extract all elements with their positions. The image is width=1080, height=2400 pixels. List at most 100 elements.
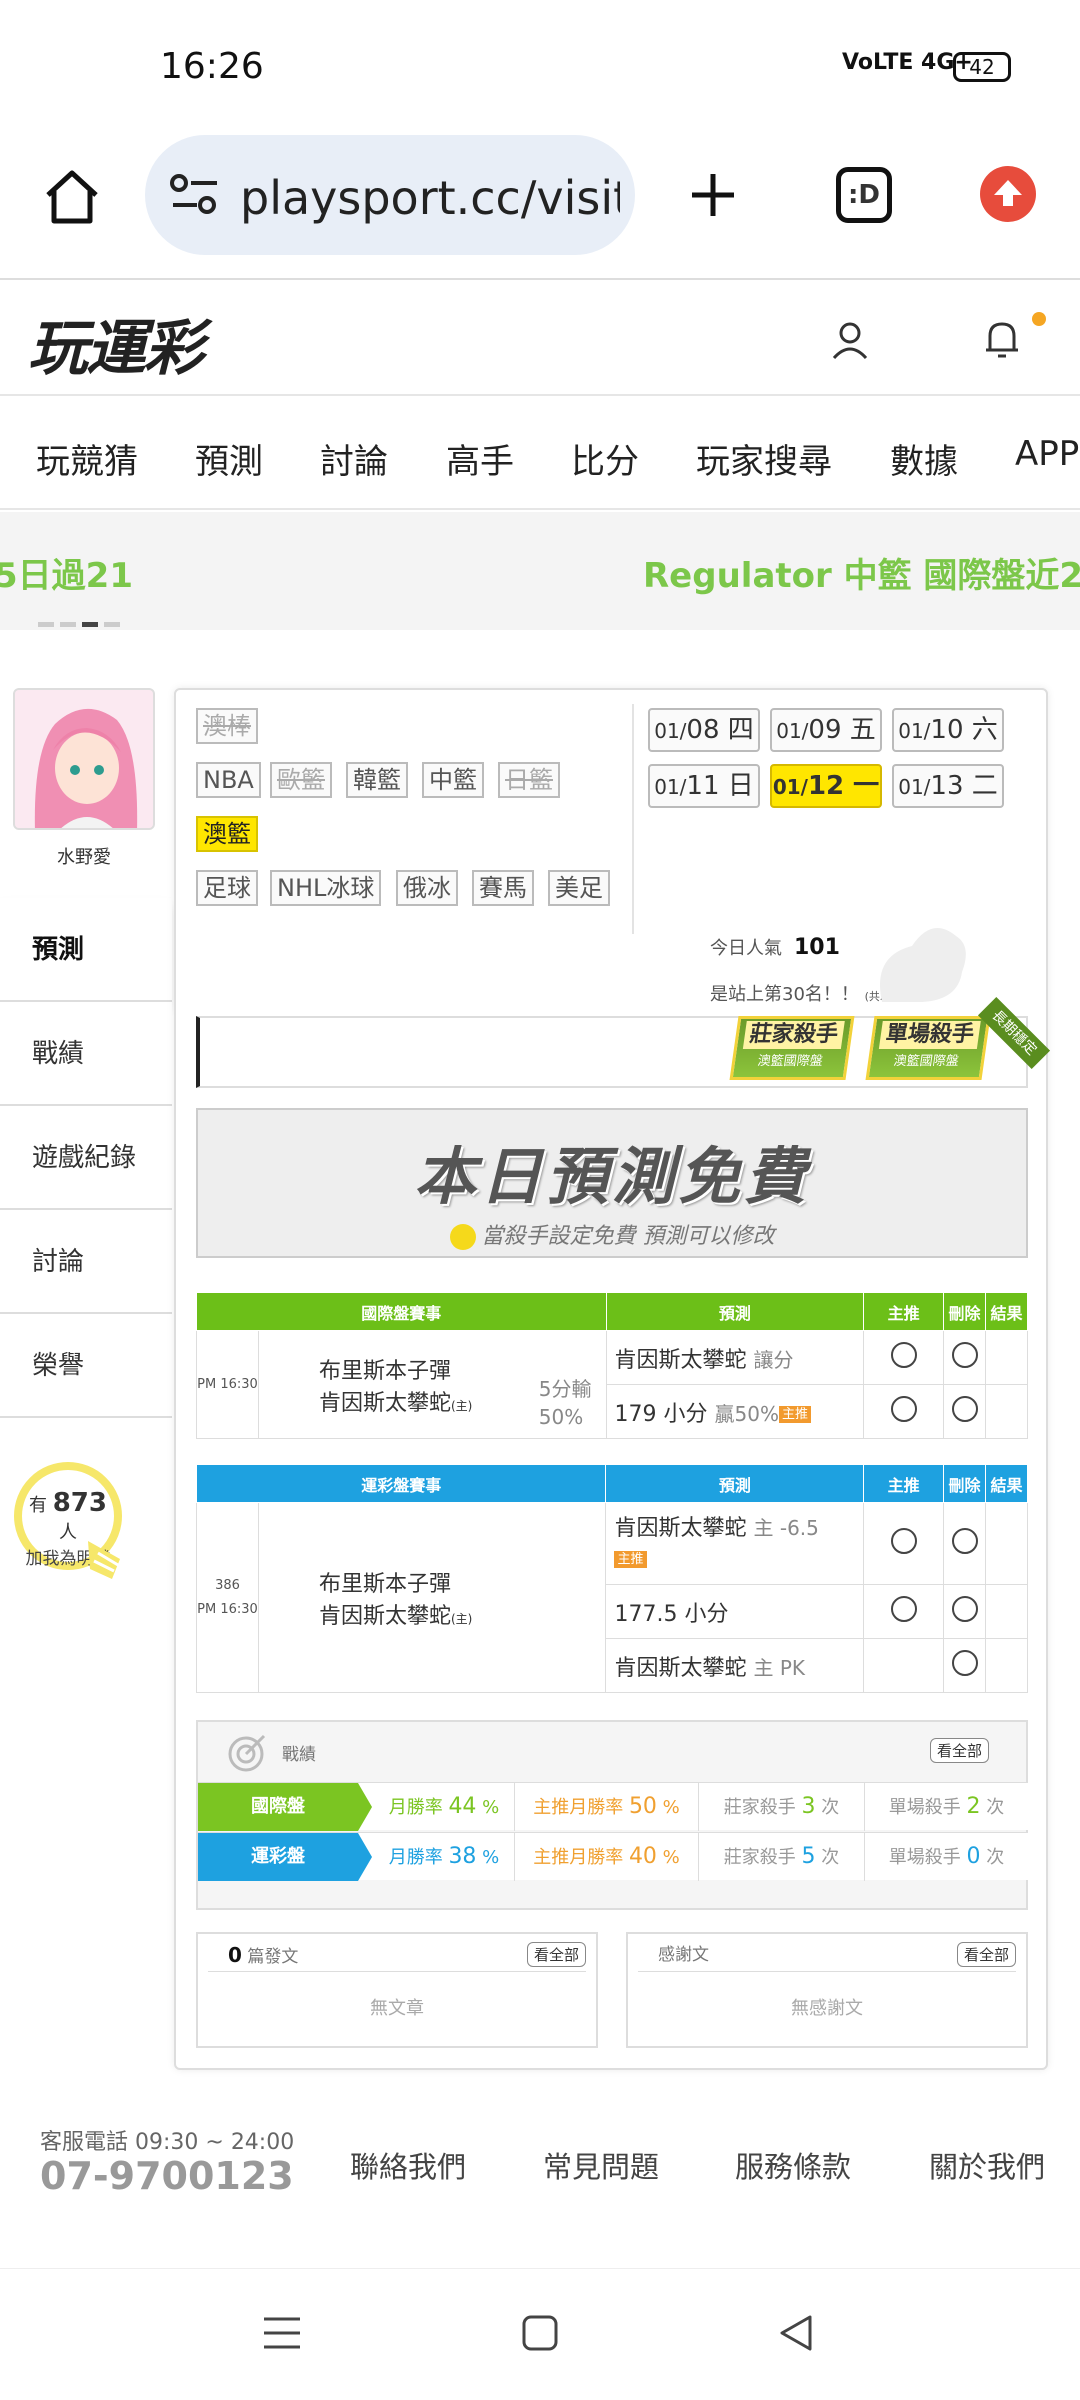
filter-soccer[interactable]: 足球: [196, 870, 258, 906]
intl-delete-radio-1[interactable]: [951, 1341, 978, 1368]
record-lottery-month-rate: 月勝率 38 %: [388, 1844, 500, 1869]
lottery-header-match: 運彩盤賽事: [195, 1464, 607, 1503]
intl-main-radio-1[interactable]: [890, 1341, 917, 1368]
intl-result-2: [985, 1384, 1028, 1439]
lottery-pick-pk[interactable]: 肯因斯太攀蛇 主 PK: [605, 1638, 865, 1693]
footer-link-about[interactable]: 關於我們: [929, 2144, 1045, 2186]
address-bar[interactable]: playsport.cc/visit: [145, 135, 635, 255]
intl-header-match: 國際盤賽事: [196, 1292, 607, 1331]
lottery-delete-radio-2[interactable]: [951, 1595, 978, 1622]
filter-russia-hockey[interactable]: 俄冰: [396, 870, 458, 906]
nav-item-play[interactable]: 玩競猜: [36, 434, 138, 483]
fans-count: 873: [52, 1488, 107, 1518]
side-tab-predict[interactable]: 預測: [0, 898, 172, 1002]
lottery-main-radio-2[interactable]: [890, 1595, 917, 1622]
filter-american-football[interactable]: 美足: [548, 870, 610, 906]
filter-au-basketball[interactable]: 澳籃: [196, 816, 258, 852]
record-view-all-button[interactable]: 看全部: [930, 1738, 990, 1763]
date-0113[interactable]: 01/13 二: [892, 764, 1004, 808]
thanks-view-all-button[interactable]: 看全部: [956, 1942, 1016, 1967]
marquee-text-right[interactable]: Regulator 中籃 國際盤近24日: [643, 548, 1080, 597]
side-tab-record[interactable]: 戰績: [0, 1002, 172, 1106]
update-button[interactable]: [980, 166, 1036, 222]
record-title: 戰績: [282, 1745, 316, 1765]
lottery-prediction-table: 運彩盤賽事 預測 主推 刪除 結果 386 PM 16:30 布里斯本子彈 肯因…: [195, 1464, 1028, 1693]
intl-pick-total[interactable]: 179 小分 贏50% 主推: [605, 1384, 865, 1439]
filter-korea-basketball[interactable]: 韓籃: [346, 762, 408, 798]
intl-header-main: 主推: [863, 1292, 945, 1331]
date-0108[interactable]: 01/08 四: [648, 708, 760, 752]
filter-china-basketball[interactable]: 中籃: [422, 762, 484, 798]
record-row-lottery: 運彩盤 月勝率 38 % 主推月勝率 40 % 莊家殺手 5 次 單場殺手 0 …: [198, 1832, 1028, 1881]
footer-link-contact[interactable]: 聯絡我們: [350, 2144, 466, 2186]
intl-pick-spread[interactable]: 肯因斯太攀蛇 讓分: [605, 1330, 865, 1385]
lottery-delete-radio-1[interactable]: [951, 1527, 978, 1554]
home-icon[interactable]: [40, 165, 104, 229]
intl-prediction-table: 國際盤賽事 預測 主推 刪除 結果 PM 16:30 布里斯本子彈 肯因斯太攀蛇…: [196, 1292, 1028, 1439]
filter-japan-basketball[interactable]: 日籃: [498, 762, 560, 798]
intl-header-predict: 預測: [605, 1292, 865, 1331]
lottery-pick-total[interactable]: 177.5 小分: [605, 1584, 865, 1639]
nav-item-experts[interactable]: 高手: [446, 434, 514, 483]
lottery-pick-spread[interactable]: 肯因斯太攀蛇 主 -6.5 主推: [605, 1502, 865, 1585]
coin-icon: [449, 1224, 476, 1250]
menu-icon[interactable]: [262, 2313, 302, 2353]
user-icon[interactable]: [828, 318, 872, 362]
filter-nhl[interactable]: NHL冰球: [270, 870, 382, 906]
lottery-result-1: [985, 1502, 1028, 1585]
side-tab-discuss[interactable]: 討論: [0, 1210, 172, 1314]
banner-subtitle: 當殺手設定免費 預測可以修改: [198, 1218, 1026, 1250]
date-0110[interactable]: 01/10 六: [892, 708, 1004, 752]
date-0109[interactable]: 01/09 五: [770, 708, 882, 752]
nav-item-predict[interactable]: 預測: [195, 434, 263, 483]
home-square-icon[interactable]: [520, 2313, 560, 2353]
avatar-image: [15, 690, 153, 828]
popularity-today: 今日人氣 101: [710, 935, 840, 960]
thanks-box: 感謝文 看全部 無感謝文: [626, 1932, 1028, 2048]
filter-nba[interactable]: NBA: [196, 762, 261, 798]
record-intl-bookmaker-killer: 莊家殺手 3 次: [698, 1783, 864, 1831]
prediction-panel: 澳棒 NBA 歐籃 韓籃 中籃 日籃 澳籃 足球 NHL冰球 俄冰 賽馬 美足 …: [174, 688, 1051, 2070]
nav-item-player-search[interactable]: 玩家搜尋: [696, 434, 832, 483]
nav-item-app[interactable]: APP: [1015, 434, 1079, 474]
nav-item-discuss[interactable]: 討論: [320, 434, 388, 483]
new-tab-icon[interactable]: [688, 170, 738, 220]
site-settings-icon[interactable]: [169, 173, 221, 217]
lottery-delete-radio-3[interactable]: [951, 1649, 978, 1676]
service-phone[interactable]: 07-9700123: [40, 2154, 294, 2198]
filter-euro-basketball[interactable]: 歐籃: [270, 762, 332, 798]
posts-empty: 無文章: [370, 1998, 424, 2019]
news-marquee[interactable]: 5日過21 Regulator 中籃 國際盤近24日: [0, 512, 1080, 630]
footer-link-terms[interactable]: 服務條款: [735, 2144, 851, 2186]
date-0112[interactable]: 01/12 一: [770, 764, 882, 808]
intl-delete-radio-2[interactable]: [951, 1395, 978, 1422]
nav-item-data[interactable]: 數據: [890, 434, 958, 483]
status-time: 16:26: [160, 46, 264, 87]
side-tab-honor[interactable]: 榮譽: [0, 1314, 172, 1418]
tabs-button[interactable]: :D: [836, 167, 892, 223]
lottery-main-radio-1[interactable]: [890, 1527, 917, 1554]
site-logo[interactable]: 玩運彩: [28, 300, 204, 387]
filter-horse-racing[interactable]: 賽馬: [472, 870, 534, 906]
posts-view-all-button[interactable]: 看全部: [526, 1942, 586, 1967]
intl-main-radio-2[interactable]: [890, 1395, 917, 1422]
popularity-value: 101: [794, 935, 840, 960]
date-0111[interactable]: 01/11 日: [648, 764, 760, 808]
back-icon[interactable]: [776, 2313, 816, 2353]
url-text[interactable]: playsport.cc/visit: [240, 171, 620, 225]
side-tab-game-log[interactable]: 遊戲紀錄: [0, 1106, 172, 1210]
avatar[interactable]: [13, 688, 155, 830]
lottery-main-empty-3: [863, 1638, 945, 1693]
system-navigation-bar: [0, 2268, 1080, 2400]
site-footer: 客服電話 09:30 ~ 24:00 07-9700123 聯絡我們 常見問題 …: [0, 2090, 1080, 2270]
posts-box: 0 篇發文 看全部 無文章: [196, 1932, 598, 2048]
nav-item-scores[interactable]: 比分: [571, 434, 639, 483]
lottery-game-no: 386: [215, 1577, 240, 1593]
notification-dot: [1032, 312, 1046, 326]
marquee-text-left[interactable]: 5日過21: [0, 548, 133, 597]
filter-au-baseball[interactable]: 澳棒: [196, 708, 258, 744]
lottery-game-info: 386 PM 16:30: [196, 1502, 259, 1693]
lottery-header-delete: 刪除: [943, 1464, 987, 1503]
footer-link-faq[interactable]: 常見問題: [543, 2144, 659, 2186]
bell-icon[interactable]: [980, 316, 1024, 364]
